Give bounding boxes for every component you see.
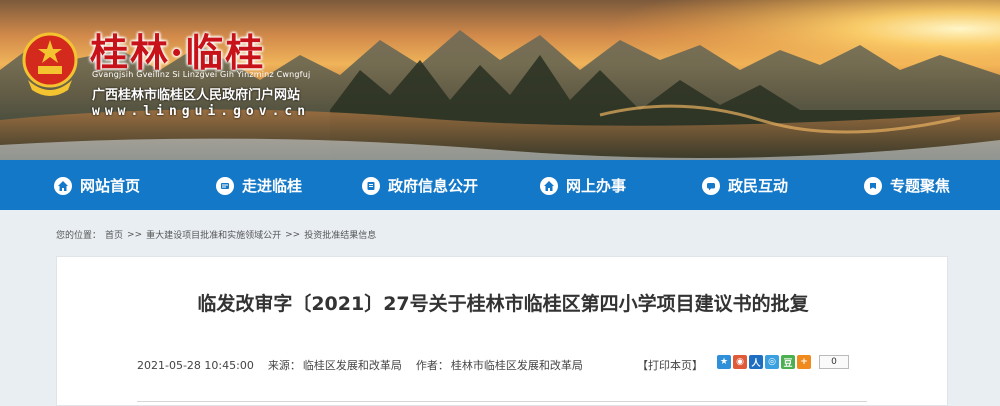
source-label: 来源：: [267, 359, 301, 372]
nav-item-home[interactable]: 网站首页: [54, 175, 140, 196]
national-emblem-icon: [20, 30, 80, 102]
site-subtitle: 广西桂林市临桂区人民政府门户网站: [92, 88, 301, 103]
nav-item-label: 政民互动: [728, 177, 789, 195]
site-title: 桂林·临桂: [90, 30, 266, 75]
print-page-link[interactable]: 【打印本页】: [637, 357, 703, 373]
publish-date: 2021-05-28 10:45:00: [137, 358, 254, 372]
renren-share-icon[interactable]: 人: [749, 355, 763, 369]
nav-item-topics[interactable]: 专题聚焦: [864, 175, 950, 196]
article-title: 临发改审字〔2021〕27号关于桂林市临桂区第四小学项目建议书的批复: [197, 293, 809, 315]
author-label: 作者：: [415, 359, 449, 372]
site-banner: 桂林·临桂 Gvangjsih Gveilinz Si Linzgvei Gih…: [0, 0, 1000, 160]
qzone-share-icon[interactable]: ★: [717, 355, 731, 369]
home-icon: [54, 176, 72, 195]
site-url: www.lingui.gov.cn: [92, 104, 311, 119]
nav-item-label: 专题聚焦: [890, 177, 951, 195]
breadcrumb-link-major-projects[interactable]: 重大建设项目批准和实施领域公开: [146, 228, 281, 241]
nav-item-about[interactable]: 走进临桂: [216, 175, 302, 196]
share-count: 0: [819, 355, 849, 369]
douban-share-icon[interactable]: 豆: [781, 355, 795, 369]
author-value: 桂林市临桂区发展和改革局: [450, 359, 583, 372]
breadcrumb-separator: >>: [285, 229, 301, 240]
more-share-icon[interactable]: +: [797, 355, 811, 369]
main-nav: 网站首页 走进临桂 政府信息公开 网上办事 政民互动 专题聚焦: [0, 160, 1000, 210]
nav-item-label: 走进临桂: [242, 177, 303, 195]
article-panel: 临发改审字〔2021〕27号关于桂林市临桂区第四小学项目建议书的批复 2021-…: [56, 256, 948, 406]
nav-item-online-service[interactable]: 网上办事: [540, 175, 626, 196]
nav-item-label: 政府信息公开: [388, 177, 479, 195]
divider: [137, 401, 867, 402]
document-icon: [362, 176, 380, 195]
article-meta: 2021-05-28 10:45:00 来源： 临桂区发展和改革局 作者： 桂林…: [137, 357, 597, 373]
tencent-share-icon[interactable]: ◎: [765, 355, 779, 369]
home-icon: [540, 176, 558, 195]
chat-icon: [702, 176, 720, 195]
site-pinyin: Gvangjsih Gveilinz Si Linzgvei Gih Yinzm…: [92, 70, 311, 79]
nav-item-interaction[interactable]: 政民互动: [702, 175, 788, 196]
source-value: 临桂区发展和改革局: [302, 359, 402, 372]
weibo-share-icon[interactable]: ◉: [733, 355, 747, 369]
breadcrumb-separator: >>: [127, 229, 143, 240]
breadcrumb-link-approval-results[interactable]: 投资批准结果信息: [304, 228, 376, 241]
info-icon: [216, 176, 234, 195]
topic-icon: [864, 176, 882, 195]
nav-item-label: 网上办事: [566, 177, 627, 195]
breadcrumb: 您的位置： 首页 >> 重大建设项目批准和实施领域公开 >> 投资批准结果信息: [56, 228, 376, 242]
nav-item-gov-info[interactable]: 政府信息公开: [362, 175, 478, 196]
breadcrumb-prefix: 您的位置：: [56, 231, 102, 241]
share-toolbar: ★ ◉ 人 ◎ 豆 + 0: [717, 355, 849, 369]
breadcrumb-link-home[interactable]: 首页: [105, 228, 123, 241]
nav-item-label: 网站首页: [80, 177, 141, 195]
